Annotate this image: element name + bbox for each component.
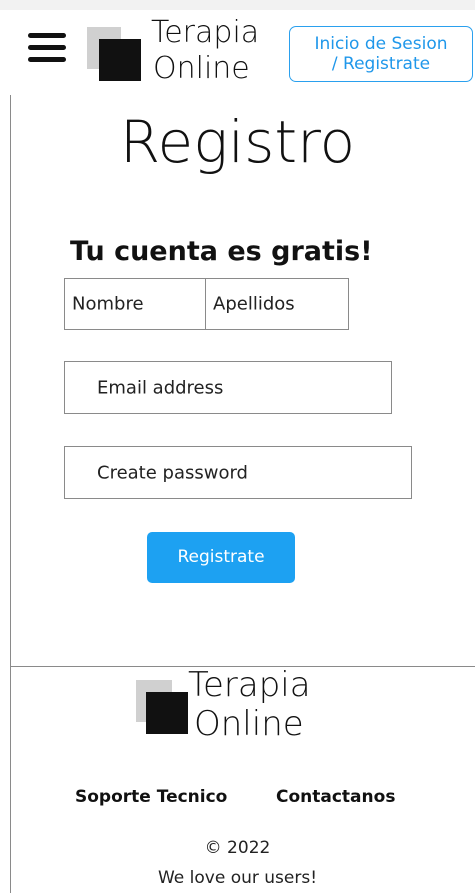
first-name-field[interactable]: Nombre [64,278,206,330]
brand-line-1: Terapia [151,15,260,50]
logo-square-icon [87,27,142,82]
password-placeholder: Create password [97,462,248,483]
top-bar [0,0,475,10]
hamburger-menu-icon[interactable] [28,33,66,63]
brand-line-2: Online [153,51,250,86]
menu-bar [28,57,66,62]
header-brand: Terapia Online [151,18,259,84]
support-link[interactable]: Soporte Tecnico [75,787,227,807]
footer-logo-square-icon [136,680,188,734]
menu-bar [28,45,66,50]
login-label-1: Inicio de Sesion [314,33,448,54]
first-name-placeholder: Nombre [72,293,144,315]
subtitle: Tu cuenta es gratis! [70,236,373,267]
login-label-2: / Registrate [331,54,431,74]
footer-brand: Terapia Online [188,668,311,741]
email-field[interactable]: Email address [64,361,392,414]
last-name-placeholder: Apellidos [213,293,295,315]
contact-link[interactable]: Contactanos [276,787,395,807]
copyright: © 2022 [204,838,271,858]
tagline: We love our users! [157,868,318,888]
last-name-field[interactable]: Apellidos [205,278,349,330]
login-register-button[interactable]: Inicio de Sesion / Registrate [289,26,473,82]
email-placeholder: Email address [97,377,224,398]
footer-brand-line-2: Online [194,704,304,744]
left-frame-line [10,95,11,893]
register-button[interactable]: Registrate [147,532,295,583]
menu-bar [28,33,66,38]
page-title: Registro [119,108,356,176]
password-field[interactable]: Create password [64,446,412,499]
footer-brand-line-1: Terapia [188,665,311,705]
